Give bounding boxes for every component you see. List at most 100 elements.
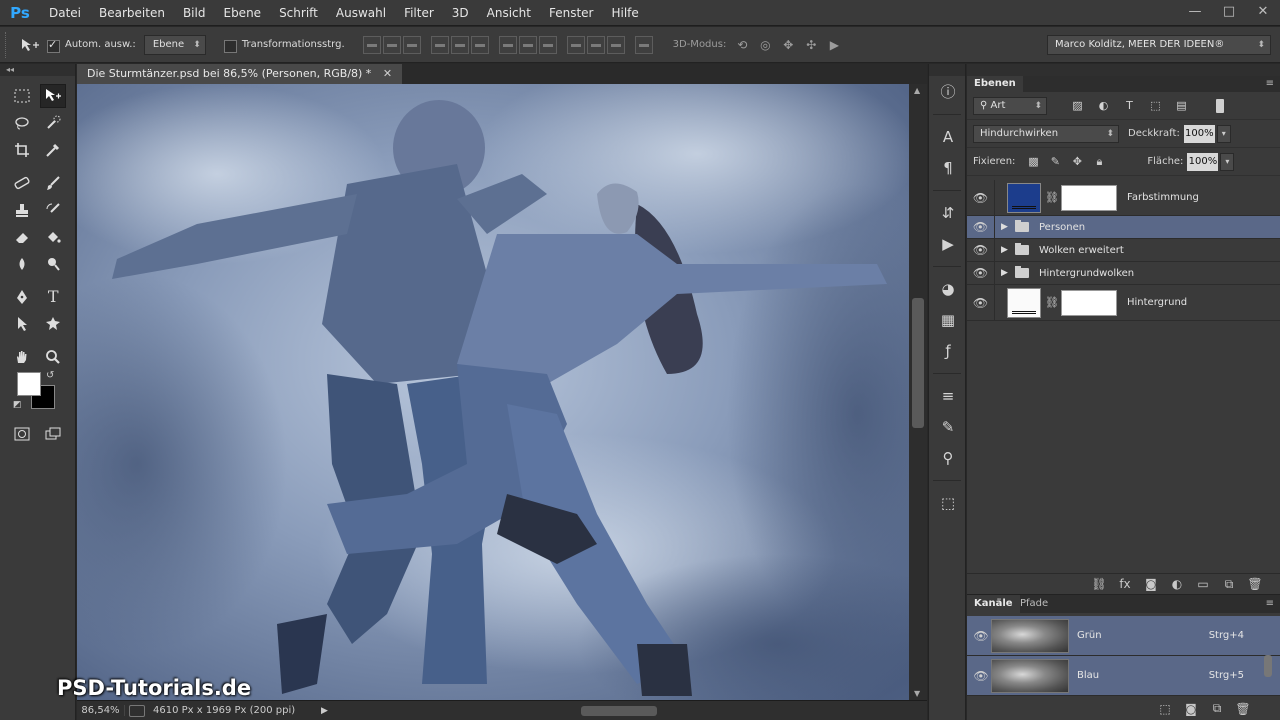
align-right-icon[interactable] <box>470 35 489 54</box>
vertical-scrollbar[interactable]: ▲ ▼ <box>909 84 927 700</box>
filter-pixel-icon[interactable]: ▨ <box>1069 98 1086 114</box>
slide-3d-icon[interactable]: ✣ <box>801 36 821 54</box>
auto-select-target-select[interactable]: Ebene <box>143 34 206 55</box>
move-tool-icon[interactable] <box>40 83 67 108</box>
default-colors-icon[interactable]: ◩ <box>13 400 22 410</box>
document-tab[interactable]: Die Sturmtänzer.psd bei 86,5% (Personen,… <box>77 64 403 84</box>
blur-tool-icon[interactable] <box>9 252 35 276</box>
brush-tool-icon[interactable] <box>40 171 66 195</box>
opacity-input[interactable]: 100% <box>1183 124 1215 143</box>
blend-mode-select[interactable]: Hindurchwirken <box>973 124 1119 143</box>
crop-tool-icon[interactable] <box>9 138 35 162</box>
layer-style-icon[interactable]: fx <box>1112 577 1138 591</box>
visibility-eye-icon[interactable]: 👁︎ <box>967 285 995 320</box>
screen-mode-icon[interactable] <box>40 422 66 446</box>
align-vcenter-icon[interactable] <box>382 35 401 54</box>
layers-panel-menu-icon[interactable]: ≡ <box>1266 76 1274 92</box>
options-grip[interactable] <box>5 31 13 58</box>
info-panel-icon[interactable]: ⓘ <box>929 76 967 107</box>
tab-layers[interactable]: Ebenen <box>967 76 1023 92</box>
pen-tool-icon[interactable] <box>9 285 35 309</box>
filter-smart-object-icon[interactable]: ▤ <box>1173 98 1190 114</box>
layer-row[interactable]: 👁︎ ▶ Hintergrundwolken <box>967 262 1280 285</box>
menu-schrift[interactable]: Schrift <box>270 0 327 26</box>
menu-hilfe[interactable]: Hilfe <box>602 0 647 26</box>
move-tool-preset-icon[interactable] <box>13 33 47 57</box>
align-hcenter-icon[interactable] <box>450 35 469 54</box>
close-document-icon[interactable]: ✕ <box>383 67 392 80</box>
distribute-right-icon[interactable] <box>606 35 625 54</box>
drag-3d-icon[interactable]: ✥ <box>778 36 798 54</box>
new-group-icon[interactable]: ▭ <box>1190 577 1216 591</box>
distribute-left-icon[interactable] <box>566 35 585 54</box>
channels-scroll-thumb[interactable] <box>1264 655 1272 677</box>
document-canvas[interactable] <box>77 84 909 700</box>
align-left-icon[interactable] <box>430 35 449 54</box>
lock-transparency-icon[interactable]: ▩ <box>1025 154 1041 170</box>
auto-select-checkbox[interactable] <box>47 38 60 53</box>
layer-row[interactable]: 👁︎ ▶ Wolken erweitert <box>967 239 1280 262</box>
swatches-panel-icon[interactable]: ◕ <box>929 273 967 304</box>
paragraph-panel-icon[interactable]: ¶ <box>929 152 967 183</box>
menu-datei[interactable]: Datei <box>40 0 90 26</box>
status-menu-arrow-icon[interactable]: ▶ <box>321 706 328 716</box>
layer-filter-select[interactable]: ⚲ Art <box>973 96 1047 115</box>
maximize-button[interactable]: □ <box>1212 0 1246 26</box>
tab-paths[interactable]: Pfade <box>1013 595 1055 613</box>
filter-type-icon[interactable]: T <box>1121 98 1138 114</box>
3d-panel-icon[interactable]: ⬚ <box>929 487 967 518</box>
filter-toggle-switch[interactable] <box>1216 98 1224 113</box>
marquee-tool-icon[interactable] <box>9 84 35 108</box>
foreground-color-swatch[interactable] <box>17 372 41 396</box>
filter-adjustment-icon[interactable]: ◐ <box>1095 98 1112 114</box>
distribute-top-icon[interactable] <box>498 35 517 54</box>
menu-filter[interactable]: Filter <box>395 0 443 26</box>
eraser-tool-icon[interactable] <box>9 225 35 249</box>
fill-input[interactable]: 100% <box>1187 152 1219 171</box>
distribute-vcenter-icon[interactable] <box>518 35 537 54</box>
dock-collapse-bar[interactable] <box>929 64 965 76</box>
lock-all-icon[interactable]: 🔒︎ <box>1091 154 1107 170</box>
layers-collapse-bar[interactable] <box>967 64 1280 76</box>
visibility-eye-icon[interactable]: 👁︎ <box>967 262 995 284</box>
workspace-select[interactable]: Marco Kolditz, MEER DER IDEEN® <box>1047 35 1271 55</box>
new-adjustment-icon[interactable]: ◐ <box>1164 577 1190 591</box>
delete-layer-icon[interactable]: 🗑︎ <box>1242 577 1268 591</box>
character-panel-icon[interactable]: A <box>929 121 967 152</box>
fill-dropdown-icon[interactable]: ▾ <box>1220 152 1235 171</box>
lock-position-icon[interactable]: ✥ <box>1069 154 1085 170</box>
expand-arrow-icon[interactable]: ▶ <box>1001 222 1011 232</box>
transform-controls-checkbox[interactable] <box>223 40 237 53</box>
rotate-3d-icon[interactable]: ⟲ <box>732 36 752 54</box>
opacity-dropdown-icon[interactable]: ▾ <box>1216 124 1231 143</box>
layer-mask-thumbnail[interactable] <box>1061 289 1117 316</box>
history-brush-tool-icon[interactable] <box>40 198 66 222</box>
channel-row[interactable]: 👁︎ Blau Strg+5 <box>967 656 1280 696</box>
menu-bild[interactable]: Bild <box>174 0 215 26</box>
visibility-eye-icon[interactable]: 👁︎ <box>967 239 995 261</box>
layer-mask-thumbnail[interactable] <box>1061 184 1117 211</box>
visibility-eye-icon[interactable]: 👁︎ <box>967 180 995 215</box>
expand-arrow-icon[interactable]: ▶ <box>1001 268 1011 278</box>
minimize-button[interactable]: — <box>1178 0 1212 26</box>
status-preview-icon[interactable] <box>129 704 145 717</box>
camera-3d-icon[interactable]: ▶ <box>824 36 844 54</box>
custom-shape-tool-icon[interactable] <box>40 312 66 336</box>
dodge-tool-icon[interactable] <box>40 252 66 276</box>
layer-row[interactable]: 👁︎ ▶ Personen <box>967 216 1280 239</box>
healing-brush-tool-icon[interactable] <box>9 171 35 195</box>
link-chain-icon[interactable]: ⛓︎ <box>1045 296 1059 309</box>
layer-row[interactable]: 👁︎ ⛓︎ Hintergrund <box>967 285 1280 321</box>
delete-channel-icon[interactable]: 🗑︎ <box>1230 702 1256 716</box>
link-layers-icon[interactable]: ⛓︎ <box>1086 577 1112 591</box>
close-window-button[interactable]: ✕ <box>1246 0 1280 26</box>
styles-panel-icon[interactable]: ƒ <box>929 335 967 366</box>
align-top-icon[interactable] <box>362 35 381 54</box>
visibility-eye-icon[interactable]: 👁︎ <box>967 216 995 238</box>
load-selection-icon[interactable]: ⬚ <box>1152 702 1178 716</box>
eyedropper-tool-icon[interactable] <box>40 138 66 162</box>
lock-image-icon[interactable]: ✎ <box>1047 154 1063 170</box>
auto-align-icon[interactable] <box>634 35 653 54</box>
hand-tool-icon[interactable] <box>9 345 35 369</box>
lasso-tool-icon[interactable] <box>9 111 35 135</box>
